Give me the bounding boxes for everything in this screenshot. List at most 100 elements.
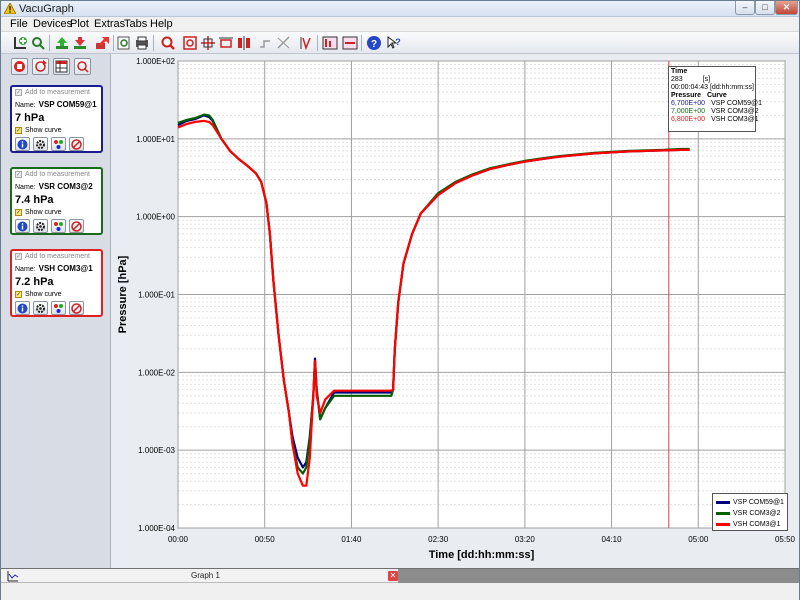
y-tick-label: 1.000E-04 xyxy=(138,524,175,533)
stop-icon[interactable] xyxy=(11,58,28,75)
zoom-x-icon[interactable] xyxy=(199,34,217,52)
gauge-card: ✓ Add to measurement Name: VSR COM3@2 7.4 … xyxy=(10,167,103,235)
y-tick-label: 1.000E-02 xyxy=(138,368,175,377)
zoom-y-icon[interactable] xyxy=(217,34,235,52)
info-icon[interactable] xyxy=(15,219,30,233)
cursor-readout: Time 283 [s] 00:00:04:43 [dd:hh:mm:ss] Pre… xyxy=(668,66,763,132)
zoom-page-icon[interactable] xyxy=(115,34,133,52)
y-tick-label: 1.000E-01 xyxy=(138,291,175,300)
settings-gear-icon[interactable] xyxy=(33,301,48,315)
bottom-area: Graph 1 ✕ xyxy=(1,568,799,600)
add-device-icon[interactable] xyxy=(11,34,29,52)
device-sidebar: ✓ Add to measurement Name: VSP COM59@1 7 h… xyxy=(1,54,111,568)
show-curve-checkbox[interactable]: ✓ Show curve xyxy=(15,127,62,134)
show-curve-checkbox[interactable]: ✓ Show curve xyxy=(15,291,62,298)
remove-curve-icon[interactable] xyxy=(69,137,84,151)
help-icon[interactable]: ? xyxy=(365,34,383,52)
remove-curve-icon[interactable] xyxy=(69,219,84,233)
info-icon[interactable] xyxy=(15,301,30,315)
table-icon[interactable] xyxy=(53,58,70,75)
x-tick-label: 00:00 xyxy=(168,535,189,544)
color-picker-icon[interactable] xyxy=(51,137,66,151)
log-view-icon[interactable] xyxy=(341,34,359,52)
cursor-time-format: [dd:hh:mm:ss] xyxy=(709,84,754,91)
y-tick-label: 1.000E+00 xyxy=(136,213,175,222)
cursor-icon[interactable] xyxy=(235,34,253,52)
measure-diff-icon[interactable] xyxy=(275,34,293,52)
cursor-time-formatted: 00:00:04:43 xyxy=(671,84,708,91)
maximize-button[interactable]: □ xyxy=(755,1,775,15)
menu-extras[interactable]: Extras xyxy=(94,18,125,30)
zoom-fit-icon[interactable] xyxy=(181,34,199,52)
tab-close-button[interactable]: ✕ xyxy=(388,571,398,581)
x-tick-label: 04:10 xyxy=(602,535,623,544)
gauge-card: ✓ Add to measurement Name: VSH COM3@1 7.2 … xyxy=(10,249,103,317)
gauge-card: ✓ Add to measurement Name: VSP COM59@1 7 h… xyxy=(10,85,103,153)
download-icon[interactable] xyxy=(71,34,89,52)
svg-text:?: ? xyxy=(371,39,377,50)
cursor-row: 6,800E+00 VSH COM3@1 xyxy=(671,116,759,123)
zoom-reset-icon[interactable] xyxy=(74,58,91,75)
color-picker-icon[interactable] xyxy=(51,219,66,233)
title-bar: VacuGraph – □ ✕ xyxy=(1,1,799,17)
x-tick-label: 03:20 xyxy=(515,535,536,544)
x-tick-label: 00:50 xyxy=(255,535,276,544)
y-axis-label: Pressure [hPa] xyxy=(117,255,129,333)
add-to-measurement-checkbox[interactable]: ✓ Add to measurement xyxy=(15,253,90,260)
menu-devices[interactable]: Devices xyxy=(33,18,72,30)
x-tick-label: 05:50 xyxy=(775,535,796,544)
context-help-icon[interactable]: ? xyxy=(385,34,403,52)
legend-item: VSR COM3@2 xyxy=(716,508,784,519)
graph-tab-icon xyxy=(7,571,19,582)
legend-item: VSP COM59@1 xyxy=(716,497,784,508)
gauge-name: Name: VSH COM3@1 xyxy=(15,264,93,273)
scale-icon[interactable] xyxy=(297,34,315,52)
add-to-measurement-checkbox[interactable]: ✓ Add to measurement xyxy=(15,171,90,178)
cursor-row: 7,000E+00 VSR COM3@2 xyxy=(671,108,759,115)
gauge-name: Name: VSR COM3@2 xyxy=(15,182,93,191)
tab-graph-1[interactable]: Graph 1 xyxy=(191,571,220,580)
remove-curve-icon[interactable] xyxy=(69,301,84,315)
x-tick-label: 02:30 xyxy=(428,535,449,544)
menu-help[interactable]: Help xyxy=(150,18,173,30)
gauge-name: Name: VSP COM59@1 xyxy=(15,100,97,109)
cursor-curve-header: Curve xyxy=(706,92,727,99)
refresh-icon[interactable] xyxy=(32,58,49,75)
cursor-time-unit: [s] xyxy=(702,76,711,83)
cursor-time-label: Time xyxy=(671,68,688,75)
print-icon[interactable] xyxy=(133,34,151,52)
x-tick-label: 01:40 xyxy=(341,535,362,544)
gauge-value: 7.4 hPa xyxy=(15,194,54,206)
menu-file[interactable]: File xyxy=(10,18,28,30)
zoom-icon[interactable] xyxy=(159,34,177,52)
color-picker-icon[interactable] xyxy=(51,301,66,315)
log-scale-icon[interactable] xyxy=(321,34,339,52)
show-curve-checkbox[interactable]: ✓ Show curve xyxy=(15,209,62,216)
toolbar: ? ? xyxy=(1,32,799,54)
settings-gear-icon[interactable] xyxy=(33,137,48,151)
settings-gear-icon[interactable] xyxy=(33,219,48,233)
x-axis-label: Time [dd:hh:mm:ss] xyxy=(429,549,535,561)
legend-item: VSH COM3@1 xyxy=(716,519,784,530)
minimize-button[interactable]: – xyxy=(735,1,755,15)
add-to-measurement-checkbox[interactable]: ✓ Add to measurement xyxy=(15,89,90,96)
y-tick-label: 1.000E+02 xyxy=(136,57,175,66)
measure-icon[interactable] xyxy=(257,34,275,52)
app-logo-icon xyxy=(4,3,16,14)
plot-panel[interactable]: 1.000E+02 1.000E+01 1.000E+00 1.000E-01 1.00… xyxy=(112,54,799,568)
chart-legend: VSP COM59@1 VSR COM3@2 VSH COM3@1 xyxy=(712,493,788,531)
search-device-icon[interactable] xyxy=(29,34,47,52)
close-button[interactable]: ✕ xyxy=(775,1,798,15)
y-tick-label: 1.000E+01 xyxy=(136,135,175,144)
menu-plot[interactable]: Plot xyxy=(70,18,89,30)
upload-icon[interactable] xyxy=(53,34,71,52)
app-window: VacuGraph – □ ✕ File Devices Plot Extras… xyxy=(0,0,800,600)
info-icon[interactable] xyxy=(15,137,30,151)
window-title: VacuGraph xyxy=(19,3,74,15)
menu-tabs[interactable]: Tabs xyxy=(124,18,147,30)
gauge-value: 7.2 hPa xyxy=(15,276,54,288)
export-icon[interactable] xyxy=(93,34,111,52)
cursor-pressure-header: Pressure xyxy=(671,92,701,99)
y-tick-label: 1.000E-03 xyxy=(138,446,175,455)
cursor-row: 6,700E+00 VSP COM59@1 xyxy=(671,100,763,107)
